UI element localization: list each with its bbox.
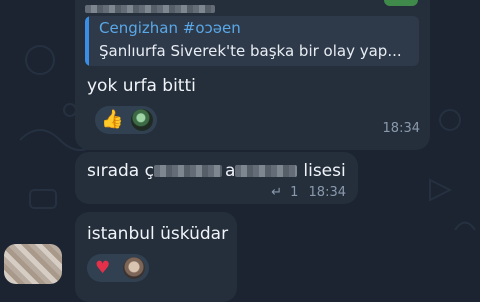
message-text: istanbul üsküdar (87, 224, 229, 244)
redacted-text (235, 165, 298, 177)
message-time: 18:34 (382, 121, 420, 136)
message-bubble[interactable]: sırada ç a lisesi ↵ 1 18:34 (75, 152, 358, 204)
sender-avatar[interactable] (4, 244, 62, 284)
heart-emoji-icon: ♥ (95, 258, 111, 278)
reply-count: 1 (290, 185, 299, 200)
reaction-pill[interactable]: ♥ (87, 254, 149, 282)
message-text: yok urfa bitti (87, 76, 196, 96)
user-avatar-reaction (131, 109, 153, 131)
message-text: sırada ç a lisesi (87, 161, 346, 181)
thumbs-up-emoji-icon: 👍 (101, 109, 124, 130)
reaction-pill[interactable]: 👍 (95, 106, 157, 134)
redacted-text (85, 4, 215, 13)
message-text-part: sırada ç (87, 161, 154, 181)
message-bubble[interactable]: Cengizhan #oɔəen Şanlıurfa Siverek'te ba… (75, 0, 430, 150)
message-meta: ↵ 1 18:34 (271, 185, 346, 200)
user-avatar-reaction (123, 257, 145, 279)
reply-author: Cengizhan #oɔəen (99, 19, 241, 37)
online-badge (384, 0, 418, 6)
reply-bar (85, 16, 89, 66)
message-text-part: a (224, 161, 236, 181)
reply-preview[interactable]: Cengizhan #oɔəen Şanlıurfa Siverek'te ba… (85, 16, 419, 66)
message-bubble[interactable]: istanbul üsküdar ♥ (75, 212, 237, 302)
reply-arrow-icon: ↵ (271, 185, 282, 200)
redacted-text (153, 165, 222, 177)
cut-off-header-text (85, 0, 225, 13)
reply-text: Şanlıurfa Siverek'te başka bir olay yap.… (99, 42, 402, 60)
message-text-part: lisesi (303, 161, 346, 181)
message-time: 18:34 (308, 185, 346, 200)
